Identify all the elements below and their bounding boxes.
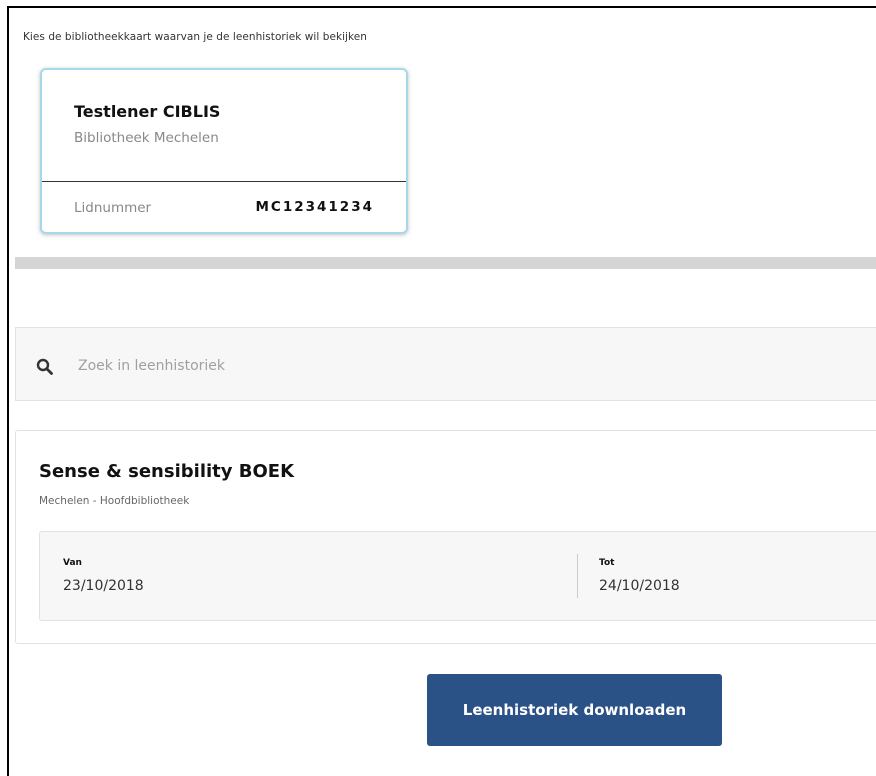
search-bar[interactable] [15,327,876,401]
member-number-label: Lidnummer [74,200,152,216]
library-card[interactable]: Testlener CIBLIS Bibliotheek Mechelen Li… [40,68,408,234]
search-icon[interactable] [36,358,54,376]
loan-item-title: Sense & sensibility BOEK [39,461,295,482]
from-date-value: 23/10/2018 [63,578,144,594]
loan-history-item: Sense & sensibility BOEK Mechelen - Hoof… [15,430,876,644]
to-date-value: 24/10/2018 [599,578,680,594]
section-separator [15,257,876,269]
download-history-button[interactable]: Leenhistoriek downloaden [427,674,722,746]
card-selection-instruction: Kies de bibliotheekkaart waarvan je de l… [23,31,367,43]
loan-dates-panel: Van 23/10/2018 Tot 24/10/2018 [39,531,876,621]
to-date-label: Tot [599,558,615,568]
card-holder-name: Testlener CIBLIS [74,102,221,121]
search-input[interactable] [76,350,680,382]
from-date-label: Van [63,558,82,568]
date-divider [577,554,578,598]
card-library-name: Bibliotheek Mechelen [74,130,219,146]
loan-item-location: Mechelen - Hoofdbibliotheek [39,495,190,507]
member-number-value: MC12341234 [255,199,374,215]
card-divider [42,181,406,182]
